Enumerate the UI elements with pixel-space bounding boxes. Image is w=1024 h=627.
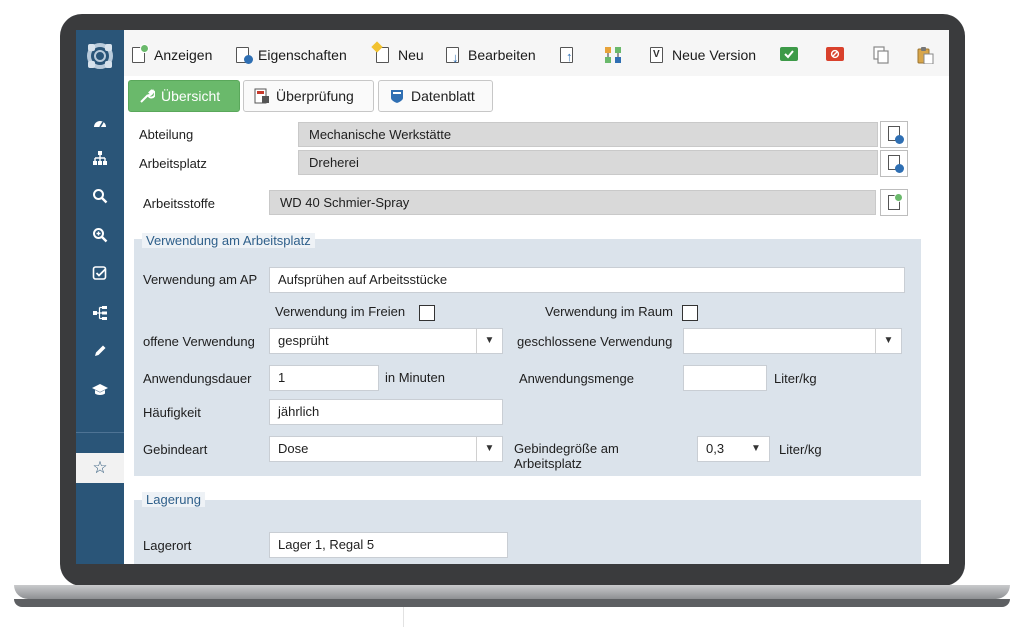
gebindegroesse-value: 0,3	[706, 441, 725, 456]
inspection-icon	[254, 88, 270, 104]
bearbeiten-label: Bearbeiten	[468, 47, 536, 63]
menge-input[interactable]	[683, 365, 767, 391]
menge-label: Anwendungsmenge	[519, 371, 634, 386]
app-logo-icon[interactable]	[84, 40, 116, 72]
toolbar: Anzeigen Eigenschaften Neu ↓ Bearbeiten …	[124, 30, 949, 76]
arbeitsplatz-field: Dreherei	[298, 150, 878, 175]
lagerung-section-title: Lagerung	[142, 492, 205, 507]
sidebar: ☆	[76, 30, 124, 564]
anzeigen-button[interactable]: Anzeigen	[132, 44, 212, 66]
tab-bar: Übersicht Überprüfung Datenblatt	[124, 76, 949, 118]
dashboard-icon[interactable]	[88, 115, 112, 139]
bearbeiten-button[interactable]: ↓ Bearbeiten	[446, 44, 536, 66]
gebindeart-select[interactable]: Dose ▼	[269, 436, 503, 462]
lagerort-input[interactable]: Lager 1, Regal 5	[269, 532, 508, 558]
tab-datenblatt-label: Datenblatt	[411, 88, 475, 104]
chevron-down-icon: ▼	[875, 329, 901, 353]
arbeitsplatz-info-button[interactable]	[880, 150, 908, 177]
laptop-base	[14, 585, 1010, 599]
chevron-down-icon: ▼	[476, 329, 502, 353]
view-document-icon	[132, 44, 149, 64]
checklist-icon[interactable]	[88, 265, 112, 289]
hierarchy-icon[interactable]	[88, 305, 112, 329]
sitemap-icon[interactable]	[88, 150, 112, 174]
workflow-icon	[604, 46, 621, 64]
gebindeart-value: Dose	[278, 441, 309, 456]
lagerung-panel	[134, 500, 921, 564]
offene-value: gesprüht	[278, 333, 329, 348]
dauer-input[interactable]: 1	[269, 365, 379, 391]
abteilung-label: Abteilung	[139, 127, 194, 142]
wrench-icon	[139, 88, 156, 104]
offene-label: offene Verwendung	[143, 334, 255, 349]
gebindegroesse-unit: Liter/kg	[779, 442, 822, 457]
tab-ueberpruefung-label: Überprüfung	[276, 88, 354, 104]
star-icon[interactable]: ☆	[76, 453, 124, 483]
tab-uebersicht[interactable]: Übersicht	[128, 80, 240, 112]
cancel-icon	[826, 47, 844, 61]
tab-datenblatt[interactable]: Datenblatt	[378, 80, 493, 112]
verwendung-ap-input[interactable]: Aufsprühen auf Arbeitsstücke	[269, 267, 905, 293]
workflow-button[interactable]	[604, 44, 626, 66]
gebindegroesse-label: Gebindegröße am Arbeitsplatz	[514, 441, 619, 471]
paste-button[interactable]	[916, 44, 938, 66]
neu-label: Neu	[398, 47, 424, 63]
chevron-down-icon: ▼	[476, 437, 502, 461]
geschlossene-label: geschlossene Verwendung	[517, 334, 673, 349]
dauer-label: Anwendungsdauer	[143, 371, 252, 386]
upload-document-icon: ↑	[560, 46, 576, 64]
laptop-base-divider	[403, 607, 404, 627]
upload-button[interactable]: ↑	[560, 44, 582, 66]
menge-unit: Liter/kg	[774, 371, 817, 386]
abteilung-field: Mechanische Werkstätte	[298, 122, 878, 147]
anzeigen-label: Anzeigen	[154, 47, 213, 63]
verwendung-section-title: Verwendung am Arbeitsplatz	[142, 233, 315, 248]
offene-select[interactable]: gesprüht ▼	[269, 328, 503, 354]
copy-icon	[872, 46, 889, 64]
properties-icon	[236, 46, 253, 64]
freien-checkbox[interactable]	[419, 305, 435, 321]
geschlossene-select[interactable]: ▼	[683, 328, 902, 354]
checkmark-icon	[780, 47, 798, 61]
verwendung-ap-label: Verwendung am AP	[143, 272, 258, 287]
dauer-unit: in Minuten	[385, 370, 445, 385]
gebindeart-label: Gebindeart	[143, 442, 208, 457]
arbeitsstoffe-label: Arbeitsstoffe	[143, 196, 216, 211]
neue-version-label: Neue Version	[672, 47, 757, 63]
eigenschaften-label: Eigenschaften	[258, 47, 347, 63]
neue-version-button[interactable]: V Neue Version	[650, 44, 756, 66]
search-icon[interactable]	[88, 188, 112, 212]
graduation-cap-icon[interactable]	[88, 382, 112, 406]
new-document-icon	[371, 41, 392, 64]
chevron-down-icon: ▼	[751, 443, 761, 454]
gebindegroesse-select[interactable]: 0,3 ▼	[697, 436, 770, 462]
haeufigkeit-label: Häufigkeit	[143, 405, 201, 420]
neu-button[interactable]: Neu	[371, 41, 424, 66]
version-icon: V	[650, 46, 666, 64]
lagerort-label: Lagerort	[143, 538, 192, 553]
haeufigkeit-input[interactable]: jährlich	[269, 399, 503, 425]
clipboard-icon	[916, 46, 934, 65]
pencil-icon[interactable]	[88, 343, 112, 367]
zoom-in-icon[interactable]	[88, 227, 112, 251]
tab-uebersicht-label: Übersicht	[161, 88, 221, 104]
edit-document-icon: ↓	[446, 46, 462, 64]
raum-label: Verwendung im Raum	[545, 304, 673, 319]
copy-button[interactable]	[872, 44, 894, 66]
sidebar-divider	[76, 432, 124, 433]
laptop-base-lip	[14, 599, 1010, 607]
raum-checkbox[interactable]	[682, 305, 698, 321]
arbeitsstoffe-field: WD 40 Schmier-Spray	[269, 190, 876, 215]
datasheet-icon	[389, 88, 405, 104]
freien-label: Verwendung im Freien	[275, 304, 406, 319]
abteilung-info-button[interactable]	[880, 121, 908, 148]
arbeitsstoffe-open-button[interactable]	[880, 189, 908, 216]
eigenschaften-button[interactable]: Eigenschaften	[236, 44, 347, 66]
app-screen: ☆ Anzeigen Eigenschaften Neu ↓ Bearbeite…	[76, 30, 949, 564]
tab-ueberpruefung[interactable]: Überprüfung	[243, 80, 374, 112]
arbeitsplatz-label: Arbeitsplatz	[139, 156, 207, 171]
